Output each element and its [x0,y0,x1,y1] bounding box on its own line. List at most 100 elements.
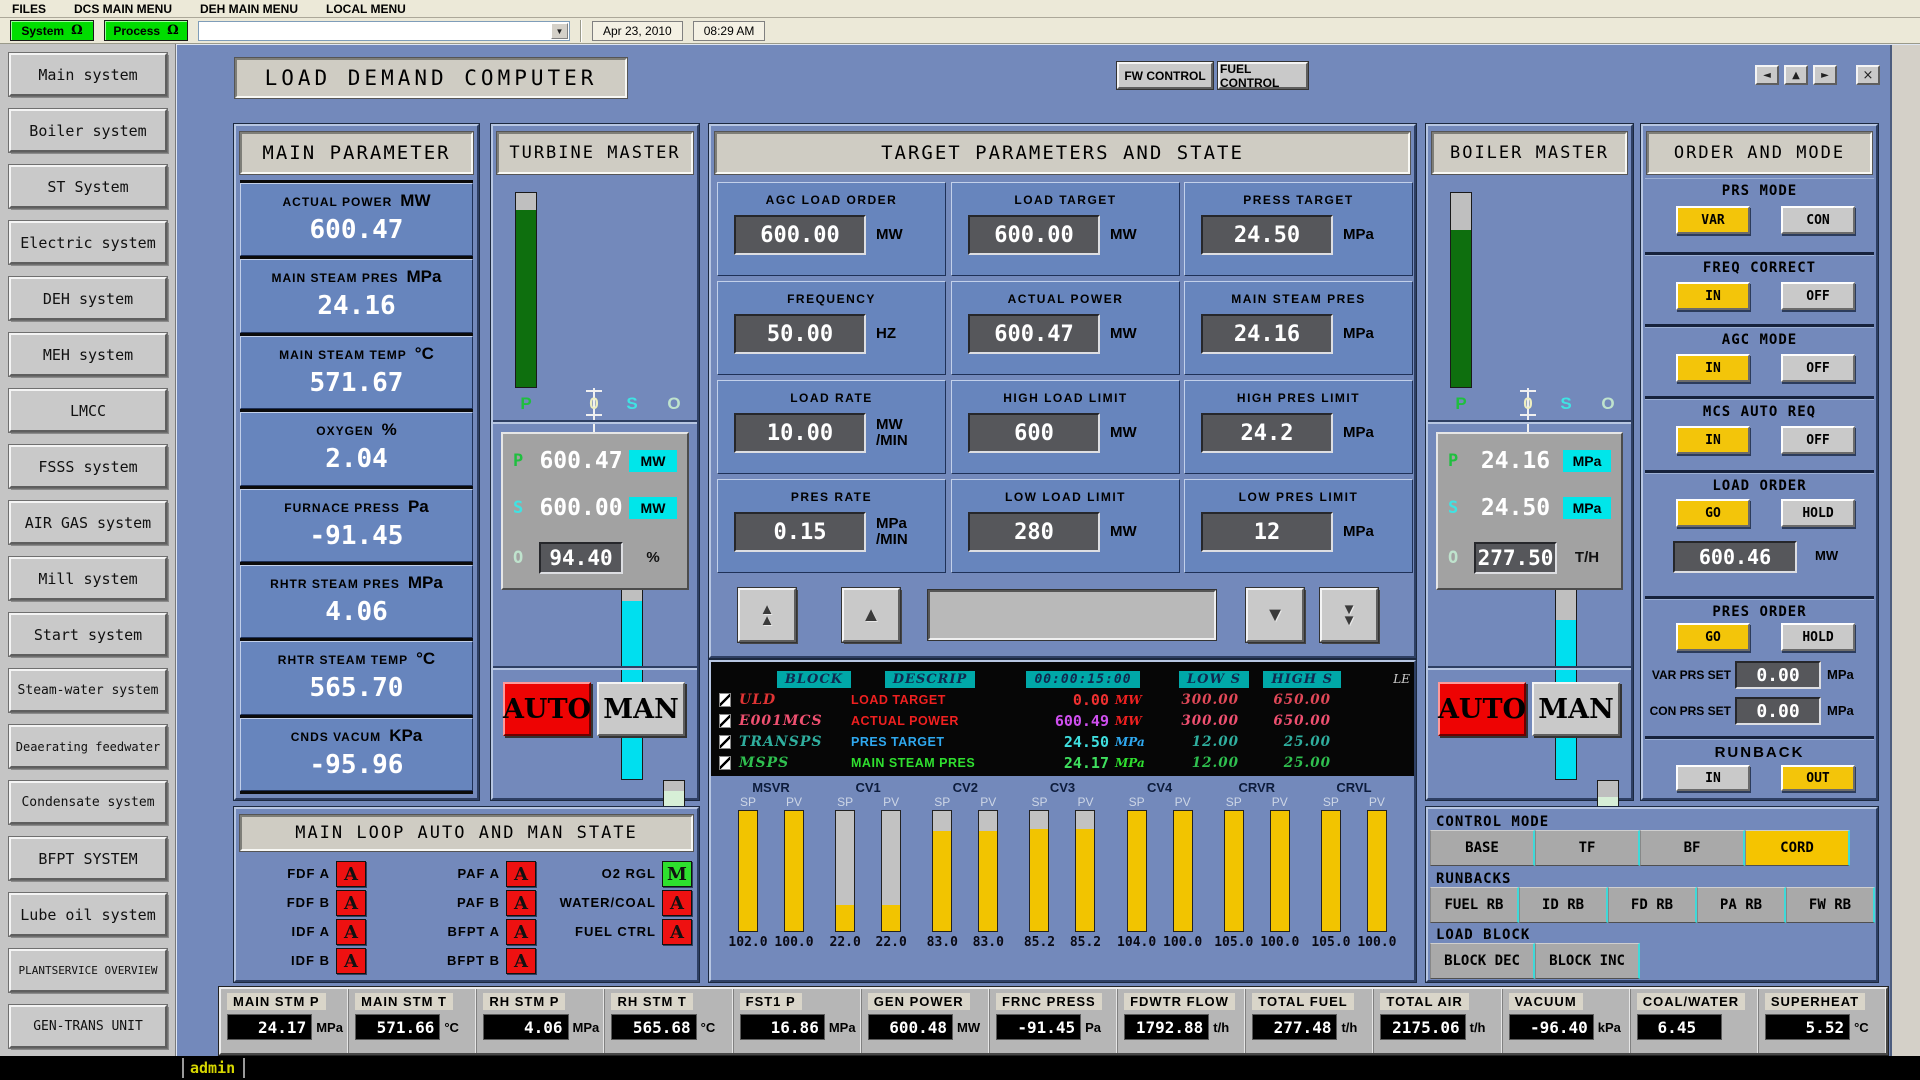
sidebar-item-st-system[interactable]: ST System [9,165,167,208]
page-select-combobox[interactable]: ▼ [198,21,570,41]
system-alarm-button[interactable]: System Ω [10,20,94,41]
double-up-icon: ▲ [760,615,775,626]
sidebar-item-meh-system[interactable]: MEH system [9,333,167,376]
freq-correct-off-button[interactable]: OFF [1781,282,1855,310]
turbine-output-setpoint[interactable]: 94.40 [539,542,623,574]
sidebar-item-deaerating-feedwater[interactable]: Deaerating feedwater [9,725,167,768]
sidebar-item-deh-system[interactable]: DEH system [9,277,167,320]
fuel-rb-button[interactable]: FUEL RB [1430,887,1519,923]
boiler-output-setpoint[interactable]: 277.50 [1474,542,1557,574]
menu-dcs-main[interactable]: DCS MAIN MENU [74,2,172,16]
load-increase-button[interactable]: ▲ [842,588,900,642]
target-load-rate: LOAD RATE10.00MW /MIN [717,380,946,474]
menu-local[interactable]: LOCAL MENU [326,2,406,16]
sidebar-item-electric-system[interactable]: Electric system [9,221,167,264]
block-inc-button[interactable]: BLOCK INC [1535,943,1640,979]
sidebar-item-bfpt-system[interactable]: BFPT SYSTEM [9,837,167,880]
id-rb-button[interactable]: ID RB [1519,887,1608,923]
trend-tag[interactable]: E001MCS [739,713,851,729]
load-order-hold-button[interactable]: HOLD [1781,499,1855,527]
turbine-man-button[interactable]: MAN [597,682,685,736]
turbine-p-label: P [515,394,537,414]
combobox-dropdown-icon[interactable]: ▼ [551,23,568,39]
target-value[interactable]: 24.2 [1201,413,1333,453]
agc-mode-in-button[interactable]: IN [1676,354,1750,382]
target-value[interactable]: 600.00 [968,215,1100,255]
sidebar-item-main-system[interactable]: Main system [9,53,167,96]
nav-up-icon[interactable]: ▲ [1784,65,1808,85]
trend-description: MAIN STEAM PRES [851,756,1009,770]
turbine-auto-button[interactable]: AUTO [503,682,591,736]
target-value[interactable]: 280 [968,512,1100,552]
target-value[interactable]: 24.16 [1201,314,1333,354]
fd-rb-button[interactable]: FD RB [1608,887,1697,923]
status-value: 16.86 [740,1014,825,1040]
mode-tf-button[interactable]: TF [1535,830,1640,866]
load-order-entry-display[interactable] [928,590,1216,640]
sidebar-item-air-gas-system[interactable]: AIR GAS system [9,501,167,544]
load-fast-decrease-button[interactable]: ▼▼ [1320,588,1378,642]
trend-tag[interactable]: MSPS [739,755,851,771]
trend-tag[interactable]: TRANSPS [739,734,851,750]
target-value[interactable]: 600 [968,413,1100,453]
valve-group-cv3: CV3 SPPV 85.285.2 [1016,780,1108,980]
sidebar-item-mill-system[interactable]: Mill system [9,557,167,600]
boiler-auto-button[interactable]: AUTO [1438,682,1526,736]
process-alarm-button[interactable]: Process Ω [104,20,188,41]
load-order-go-button[interactable]: GO [1676,499,1750,527]
sidebar-item-gen-trans-unit[interactable]: GEN-TRANS UNIT [9,1005,167,1048]
target-label: HIGH PRES LIMIT [1185,381,1412,405]
freq-correct-in-button[interactable]: IN [1676,282,1750,310]
close-icon[interactable]: × [1856,65,1880,85]
pres-order-hold-button[interactable]: HOLD [1781,623,1855,651]
target-value[interactable]: 50.00 [734,314,866,354]
target-value[interactable]: 24.50 [1201,215,1333,255]
mode-base-button[interactable]: BASE [1430,830,1535,866]
menu-deh-main[interactable]: DEH MAIN MENU [200,2,298,16]
parameter-value: 2.04 [241,444,472,474]
nav-forward-icon[interactable]: ► [1813,65,1837,85]
block-dec-button[interactable]: BLOCK DEC [1430,943,1535,979]
sidebar-item-lmcc[interactable]: LMCC [9,389,167,432]
runback-out-button[interactable]: OUT [1781,765,1855,791]
con-prs-setpoint[interactable]: 0.00 [1735,697,1821,725]
trend-description: LOAD TARGET [851,693,1009,707]
fuel-control-button[interactable]: FUEL CONTROL [1218,62,1308,89]
target-value[interactable]: 12 [1201,512,1333,552]
sidebar-item-fsss-system[interactable]: FSSS system [9,445,167,488]
target-value[interactable]: 10.00 [734,413,866,453]
target-unit: MW /MIN [876,417,908,449]
boiler-man-button[interactable]: MAN [1532,682,1620,736]
menu-files[interactable]: FILES [12,2,46,16]
pres-order-go-button[interactable]: GO [1676,623,1750,651]
sidebar-item-condensate-system[interactable]: Condensate system [9,781,167,824]
agc-mode-off-button[interactable]: OFF [1781,354,1855,382]
sidebar-item-steam-water-system[interactable]: Steam-water system [9,669,167,712]
prs-mode-con-button[interactable]: CON [1781,206,1855,234]
fw-rb-button[interactable]: FW RB [1786,887,1875,923]
load-decrease-button[interactable]: ▼ [1246,588,1304,642]
readout-unit-chip: MW [629,450,677,472]
status-coal-water: COAL/WATER6.45 [1631,989,1759,1053]
var-prs-setpoint[interactable]: 0.00 [1735,661,1821,689]
sidebar-item-plantservice-overview[interactable]: PLANTSERVICE OVERVIEW [9,949,167,992]
fw-control-button[interactable]: FW CONTROL [1117,62,1213,89]
mode-cord-button[interactable]: CORD [1745,830,1850,866]
target-value[interactable]: 600.00 [734,215,866,255]
mode-bf-button[interactable]: BF [1640,830,1745,866]
sidebar-item-boiler-system[interactable]: Boiler system [9,109,167,152]
trend-tag[interactable]: ULD [739,692,851,708]
mcs-auto-req-in-button[interactable]: IN [1676,426,1750,454]
target-value[interactable]: 600.47 [968,314,1100,354]
prs-mode-var-button[interactable]: VAR [1676,206,1750,234]
pa-rb-button[interactable]: PA RB [1697,887,1786,923]
sidebar-item-lube-oil-system[interactable]: Lube oil system [9,893,167,936]
load-fast-increase-button[interactable]: ▲▲ [738,588,796,642]
target-value[interactable]: 0.15 [734,512,866,552]
load-order-setpoint[interactable]: 600.46 [1673,541,1797,573]
sidebar-item-start-system[interactable]: Start system [9,613,167,656]
mcs-auto-req-off-button[interactable]: OFF [1781,426,1855,454]
runback-in-button[interactable]: IN [1676,765,1750,791]
nav-back-icon[interactable]: ◄ [1755,65,1779,85]
section-label: PRS MODE [1645,178,1874,199]
